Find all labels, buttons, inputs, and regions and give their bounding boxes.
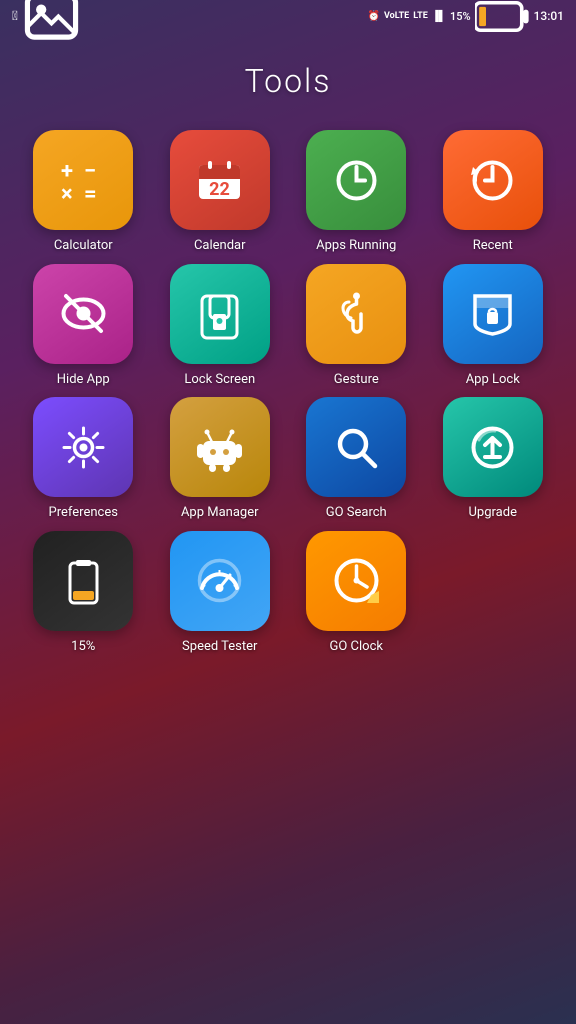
recent-icon <box>443 130 543 230</box>
preferences-icon <box>33 397 133 497</box>
svg-text:×: × <box>61 182 73 207</box>
app-item-recent[interactable]: Recent <box>430 130 557 254</box>
app-item-lock-screen[interactable]: Lock Screen <box>157 264 284 388</box>
gesture-label: Gesture <box>334 372 379 388</box>
app-item-calendar[interactable]: 22 Calendar <box>157 130 284 254</box>
battery-percent: 15% <box>450 10 471 23</box>
status-bar:  ⏰ VoLTE LTE ▐▌ 15% 13:01 <box>0 0 576 32</box>
app-manager-icon <box>170 397 270 497</box>
app-item-upgrade[interactable]: Upgrade <box>430 397 557 521</box>
svg-text:+: + <box>61 159 73 184</box>
lock-screen-icon <box>170 264 270 364</box>
calendar-icon: 22 <box>170 130 270 230</box>
speed-tester-label: Speed Tester <box>182 639 257 655</box>
hide-app-label: Hide App <box>57 372 110 388</box>
battery-label: 15% <box>71 639 95 655</box>
go-clock-icon <box>306 531 406 631</box>
preferences-label: Preferences <box>49 505 118 521</box>
alarm-status-icon: ⏰ <box>368 11 380 22</box>
speed-tester-icon <box>170 531 270 631</box>
app-item-go-search[interactable]: GO Search <box>293 397 420 521</box>
go-clock-label: GO Clock <box>330 639 383 655</box>
facebook-icon:  <box>12 9 18 24</box>
app-item-battery[interactable]: 15% <box>20 531 147 655</box>
app-lock-label: App Lock <box>466 372 520 388</box>
volte-indicator: VoLTE <box>384 11 409 21</box>
recent-label: Recent <box>473 238 513 254</box>
upgrade-label: Upgrade <box>469 505 517 521</box>
app-item-go-clock[interactable]: GO Clock <box>293 531 420 655</box>
app-item-app-lock[interactable]: App Lock <box>430 264 557 388</box>
svg-text:−: − <box>84 159 96 184</box>
app-item-app-manager[interactable]: App Manager <box>157 397 284 521</box>
app-grid: + − × = Calculator 22 Calendar <box>0 120 576 684</box>
svg-text:22: 22 <box>209 179 230 200</box>
app-item-calculator[interactable]: + − × = Calculator <box>20 130 147 254</box>
page-title: Tools <box>0 32 576 120</box>
apps-running-label: Apps Running <box>316 238 396 254</box>
app-item-preferences[interactable]: Preferences <box>20 397 147 521</box>
apps-running-icon <box>306 130 406 230</box>
signal-bars-icon: ▐▌ <box>432 11 446 22</box>
battery-icon <box>475 0 530 44</box>
status-left-icons:  <box>12 0 79 44</box>
calculator-label: Calculator <box>54 238 113 254</box>
svg-text:=: = <box>84 182 97 207</box>
lock-screen-label: Lock Screen <box>184 372 255 388</box>
gesture-icon <box>306 264 406 364</box>
calendar-label: Calendar <box>194 238 246 254</box>
time-display: 13:01 <box>534 9 564 23</box>
lte-indicator: LTE <box>413 11 428 21</box>
go-search-icon <box>306 397 406 497</box>
upgrade-icon <box>443 397 543 497</box>
app-item-apps-running[interactable]: Apps Running <box>293 130 420 254</box>
image-icon <box>24 0 79 44</box>
battery-app-icon <box>33 531 133 631</box>
app-item-hide-app[interactable]: Hide App <box>20 264 147 388</box>
go-search-label: GO Search <box>326 505 387 521</box>
app-lock-icon <box>443 264 543 364</box>
app-item-gesture[interactable]: Gesture <box>293 264 420 388</box>
app-item-speed-tester[interactable]: Speed Tester <box>157 531 284 655</box>
calculator-icon: + − × = <box>33 130 133 230</box>
status-right-icons: ⏰ VoLTE LTE ▐▌ 15% 13:01 <box>368 0 564 44</box>
hide-app-icon <box>33 264 133 364</box>
app-manager-label: App Manager <box>181 505 259 521</box>
